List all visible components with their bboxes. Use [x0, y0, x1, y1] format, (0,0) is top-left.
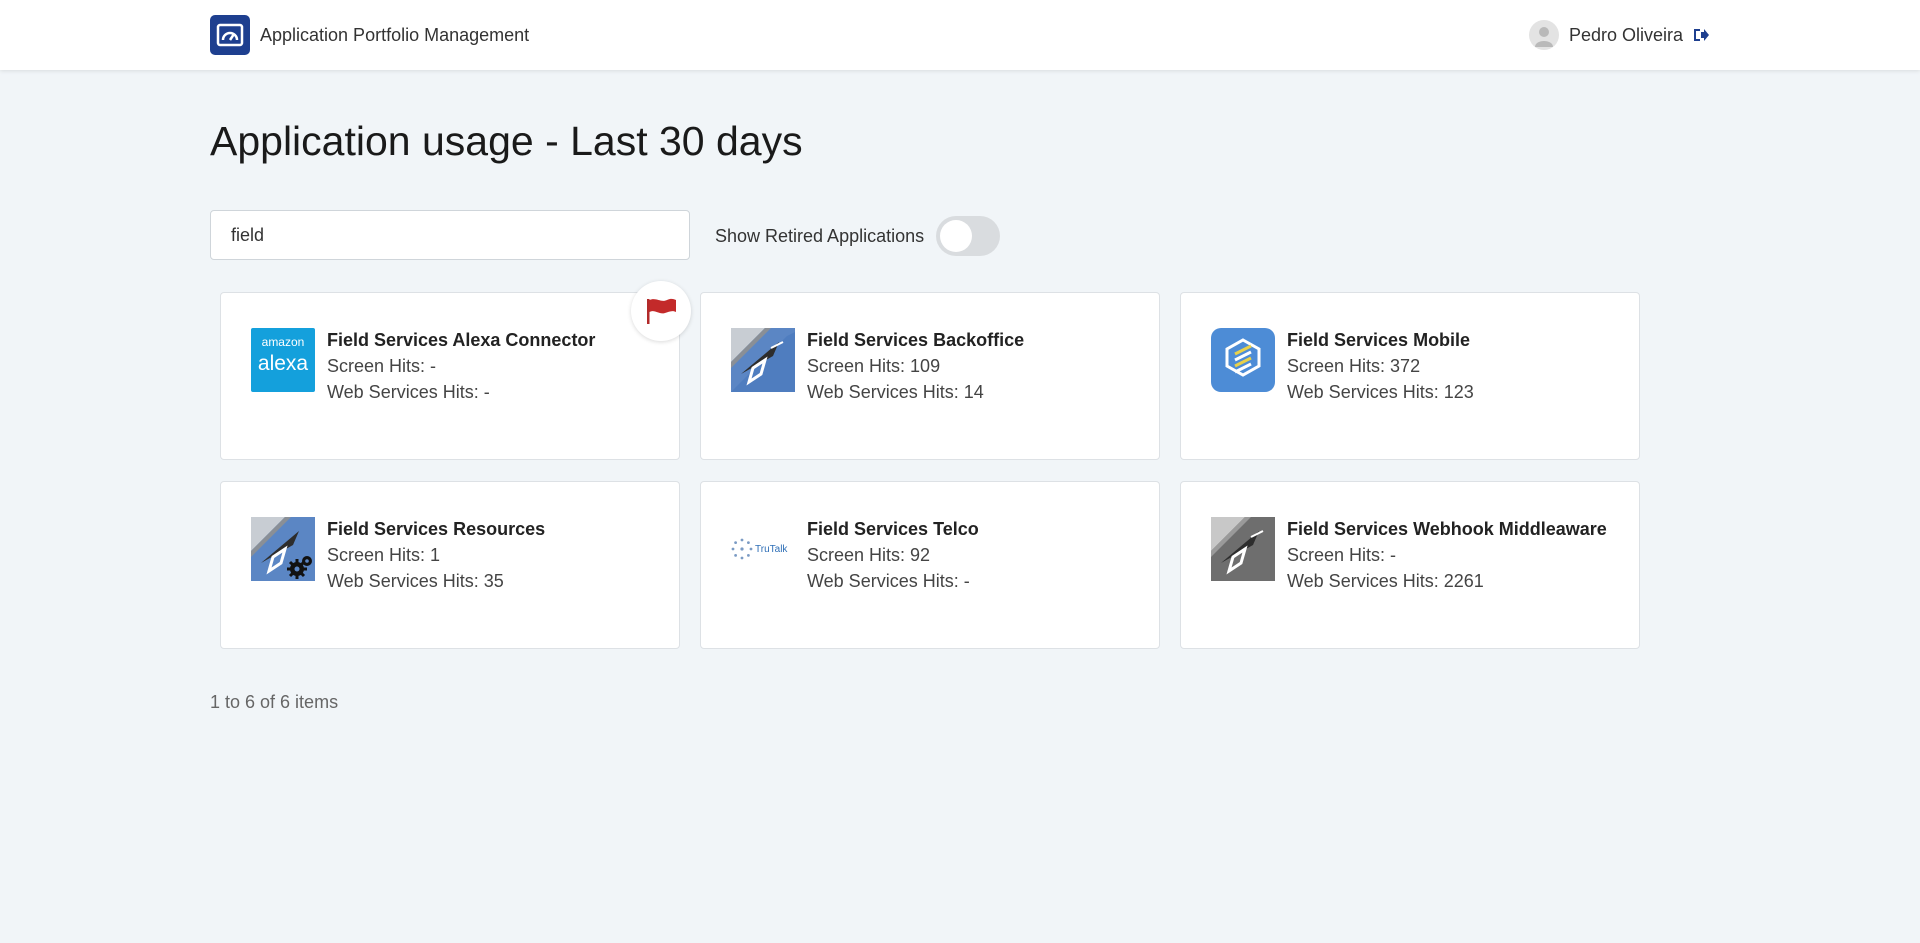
ws-hits-value: 14	[963, 382, 984, 402]
ws-hits-label: Web Services Hits:	[807, 382, 959, 402]
red-flag-icon	[647, 298, 676, 324]
page-title: Application usage - Last 30 days	[210, 118, 803, 164]
pen-logo	[731, 328, 795, 392]
screen-hits-label: Screen Hits:	[327, 545, 426, 565]
pen-gears-logo	[251, 517, 315, 581]
screen-hits-label: Screen Hits:	[807, 545, 906, 565]
pagination-summary: 1 to 6 of 6 items	[210, 692, 339, 712]
screen-hits: Screen Hits: 109	[807, 353, 1024, 379]
retired-toggle[interactable]	[936, 216, 1001, 256]
flag-badge[interactable]	[631, 281, 691, 341]
amazon-alexa-logo: amazon alexa	[251, 328, 315, 392]
search-input[interactable]	[210, 210, 690, 260]
screen-hits-value: 109	[910, 356, 941, 376]
app-name: Field Services Resources	[327, 519, 546, 539]
app-card[interactable]: Field Services Webhook Middleaware Scree…	[1180, 481, 1640, 649]
web-services-hits: Web Services Hits: 123	[1287, 379, 1474, 405]
web-services-hits: Web Services Hits: 14	[807, 379, 1024, 405]
ws-hits-value: 123	[1443, 382, 1474, 402]
web-services-hits: Web Services Hits: 2261	[1287, 568, 1607, 594]
trutalk-logo: TruTalk	[731, 517, 795, 581]
ws-hits-value: 35	[483, 571, 504, 591]
app-name: Field Services Telco	[807, 519, 979, 539]
user-name: Pedro Oliveira	[1568, 24, 1683, 45]
screen-hits-value: 1	[430, 545, 441, 565]
ws-hits-value: -	[963, 571, 970, 591]
trutalk-logo-text: TruTalk	[755, 543, 788, 555]
pen-gray-logo	[1211, 517, 1275, 581]
web-services-hits: Web Services Hits: -	[327, 379, 595, 405]
ws-hits-label: Web Services Hits:	[327, 571, 479, 591]
screen-hits: Screen Hits: 92	[807, 542, 979, 568]
user-avatar-icon	[1528, 20, 1559, 50]
app-card[interactable]: Field Services Mobile Screen Hits: 372 We…	[1180, 292, 1640, 460]
brand[interactable]: Application Portfolio Management	[210, 15, 529, 55]
app-name: Field Services Alexa Connector	[327, 330, 596, 350]
screen-hits-label: Screen Hits:	[1287, 356, 1386, 376]
app-card[interactable]: amazon alexa Field Services Alexa Connec…	[220, 281, 691, 460]
screen-hits: Screen Hits: -	[1287, 542, 1607, 568]
logout-icon[interactable]	[1692, 26, 1710, 44]
ws-hits-value: -	[483, 382, 490, 402]
retired-toggle-label: Show Retired Applications	[715, 225, 925, 246]
screen-hits: Screen Hits: 372	[1287, 353, 1474, 379]
app-card[interactable]: Field Services Backoffice Screen Hits: 10…	[700, 292, 1160, 460]
user-menu[interactable]: Pedro Oliveira	[1528, 20, 1710, 50]
screen-hits-label: Screen Hits:	[1287, 545, 1386, 565]
screen-hits-label: Screen Hits:	[807, 356, 906, 376]
logo-text-top: amazon	[261, 335, 305, 349]
screen-hits-label: Screen Hits:	[327, 356, 426, 376]
screen-hits: Screen Hits: -	[327, 353, 595, 379]
screen-hits-value: -	[1390, 545, 1397, 565]
logo-text-main: alexa	[257, 352, 309, 375]
web-services-hits: Web Services Hits: 35	[327, 568, 545, 594]
screen-hits-value: 372	[1390, 356, 1421, 376]
app-name: Field Services Mobile	[1287, 330, 1471, 350]
ws-hits-label: Web Services Hits:	[807, 571, 959, 591]
screen-hits: Screen Hits: 1	[327, 542, 545, 568]
trutalk-dots-icon	[731, 538, 753, 560]
app-card[interactable]: Field Services Resources Screen Hits: 1 W…	[220, 481, 680, 649]
app-title: Application Portfolio Management	[260, 24, 530, 45]
dashboard-gauge-icon	[210, 15, 250, 55]
ws-hits-label: Web Services Hits:	[327, 382, 479, 402]
ws-hits-value: 2261	[1443, 571, 1484, 591]
ws-hits-label: Web Services Hits:	[1287, 382, 1439, 402]
app-name: Field Services Backoffice	[807, 330, 1025, 350]
screen-hits-value: -	[430, 356, 437, 376]
toggle-knob	[940, 220, 973, 252]
app-name: Field Services Webhook Middleaware	[1287, 519, 1607, 539]
ws-hits-label: Web Services Hits:	[1287, 571, 1439, 591]
retired-filter: Show Retired Applications	[715, 216, 1001, 256]
app-card[interactable]: TruTalk Field Services Telco Screen Hits…	[700, 481, 1160, 649]
web-services-hits: Web Services Hits: -	[807, 568, 979, 594]
stacked-layers-logo	[1211, 328, 1275, 392]
top-header: Application Portfolio Management Pedro O…	[0, 0, 1920, 70]
screen-hits-value: 92	[910, 545, 931, 565]
